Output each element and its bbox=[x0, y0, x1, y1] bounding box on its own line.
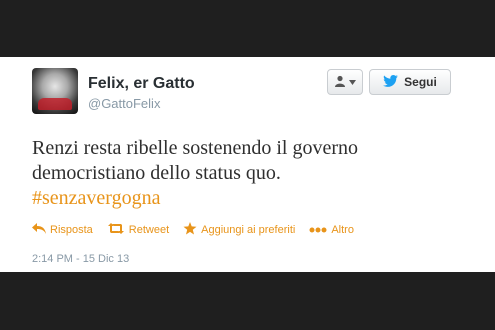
retweet-button[interactable]: Retweet bbox=[107, 223, 169, 237]
star-icon bbox=[183, 222, 197, 238]
more-button[interactable]: Altro bbox=[309, 224, 354, 236]
tweet-body: Renzi resta ribelle sostenendo il govern… bbox=[32, 137, 359, 184]
user-name[interactable]: Felix, er Gatto bbox=[88, 75, 195, 93]
retweet-label: Retweet bbox=[128, 224, 170, 236]
more-icon bbox=[309, 224, 327, 236]
hashtag-link[interactable]: #senzavergogna bbox=[32, 187, 160, 209]
tweet-text: Renzi resta ribelle sostenendo il govern… bbox=[32, 136, 462, 211]
avatar-paw-decoration bbox=[38, 98, 72, 110]
user-actions-button[interactable] bbox=[327, 69, 363, 95]
reply-button[interactable]: Risposta bbox=[32, 223, 93, 237]
reply-icon bbox=[32, 223, 46, 237]
reply-label: Risposta bbox=[50, 224, 93, 236]
user-icon bbox=[334, 75, 346, 90]
twitter-bird-icon bbox=[383, 74, 399, 90]
follow-label: Segui bbox=[404, 75, 437, 89]
chevron-down-icon bbox=[349, 76, 356, 88]
tweet-actions: Risposta Retweet Aggiungi ai preferiti A… bbox=[32, 222, 354, 238]
avatar[interactable] bbox=[32, 68, 78, 114]
retweet-icon bbox=[107, 223, 125, 237]
tweet-card: Felix, er Gatto @GattoFelix Segui Renzi … bbox=[0, 57, 495, 272]
follow-button[interactable]: Segui bbox=[369, 69, 451, 95]
timestamp[interactable]: 2:14 PM - 15 Dic 13 bbox=[32, 253, 129, 265]
more-label: Altro bbox=[331, 224, 354, 236]
user-handle[interactable]: @GattoFelix bbox=[88, 96, 160, 111]
favorite-button[interactable]: Aggiungi ai preferiti bbox=[183, 222, 295, 238]
favorite-label: Aggiungi ai preferiti bbox=[201, 224, 296, 236]
